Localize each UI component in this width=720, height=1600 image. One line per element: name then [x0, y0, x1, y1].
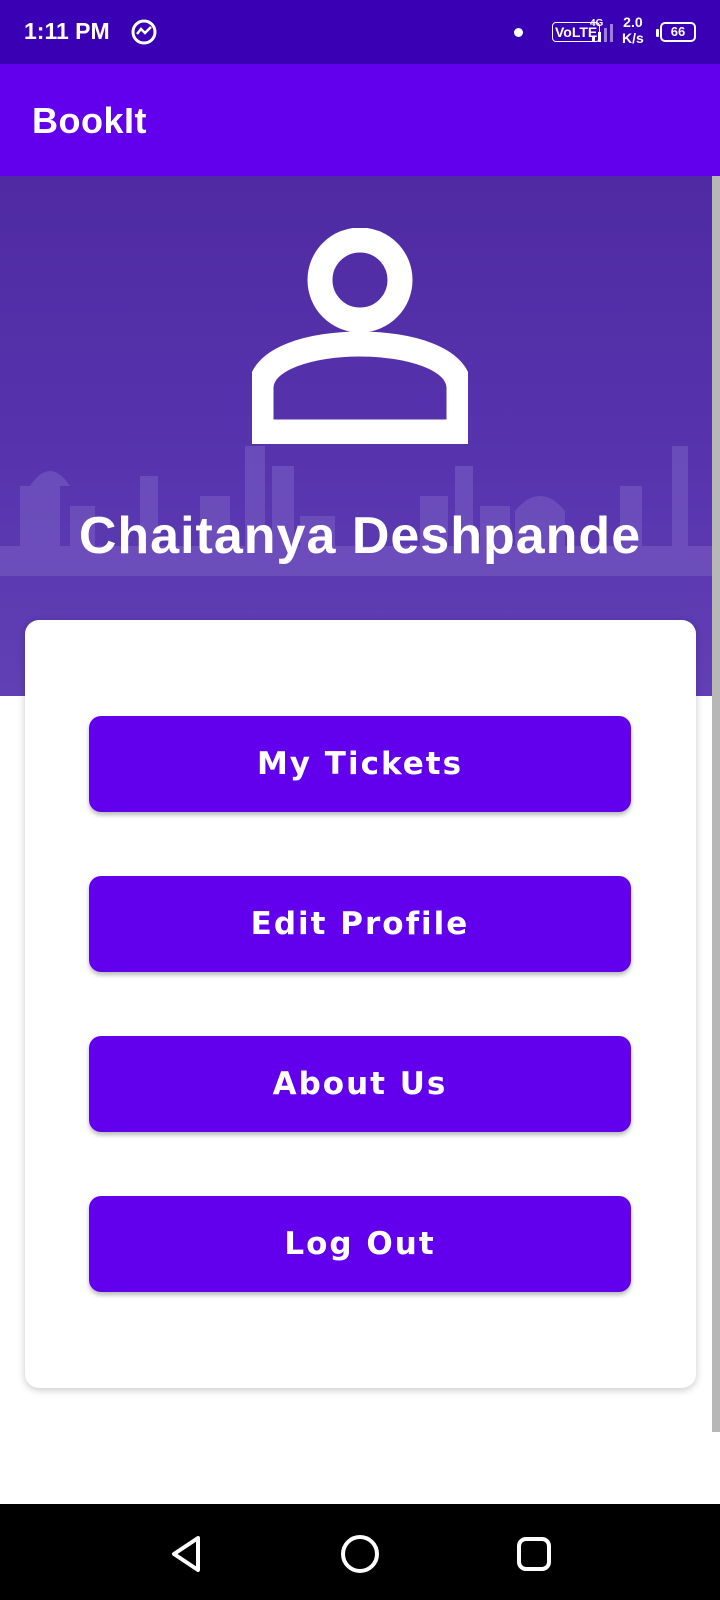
battery-level: 66: [670, 24, 686, 39]
home-icon[interactable]: [338, 1532, 382, 1576]
app-bar: BookIt: [0, 64, 720, 176]
notification-dot-icon: [514, 28, 523, 37]
speed-value: 2.0: [623, 14, 643, 30]
profile-header: Chaitanya Deshpande: [0, 176, 720, 696]
profile-menu-card: My Tickets Edit Profile About Us Log Out: [25, 620, 696, 1388]
network-speed: 2.0 K/s: [622, 14, 644, 46]
status-time: 1:11 PM: [24, 18, 110, 44]
app-title: BookIt: [32, 100, 147, 141]
recents-icon[interactable]: [512, 1532, 556, 1576]
system-navigation-bar: [0, 1504, 720, 1600]
my-tickets-button[interactable]: My Tickets: [89, 716, 631, 812]
log-out-button[interactable]: Log Out: [89, 1196, 631, 1292]
speed-unit: K/s: [622, 30, 644, 46]
battery-icon: 66: [656, 22, 696, 42]
scrollbar[interactable]: [712, 176, 720, 1432]
back-icon[interactable]: [164, 1532, 208, 1576]
edit-profile-button[interactable]: Edit Profile: [89, 876, 631, 972]
status-bar: 1:11 PM VoLTE 4G 2.0 K/s 66: [0, 0, 720, 64]
network-type-label: 4G: [590, 18, 604, 29]
profile-name: Chaitanya Deshpande: [78, 507, 642, 565]
person-icon: [252, 228, 468, 444]
about-us-button[interactable]: About Us: [89, 1036, 631, 1132]
signal-icon: 4G: [590, 18, 613, 42]
sync-icon: [131, 19, 157, 45]
